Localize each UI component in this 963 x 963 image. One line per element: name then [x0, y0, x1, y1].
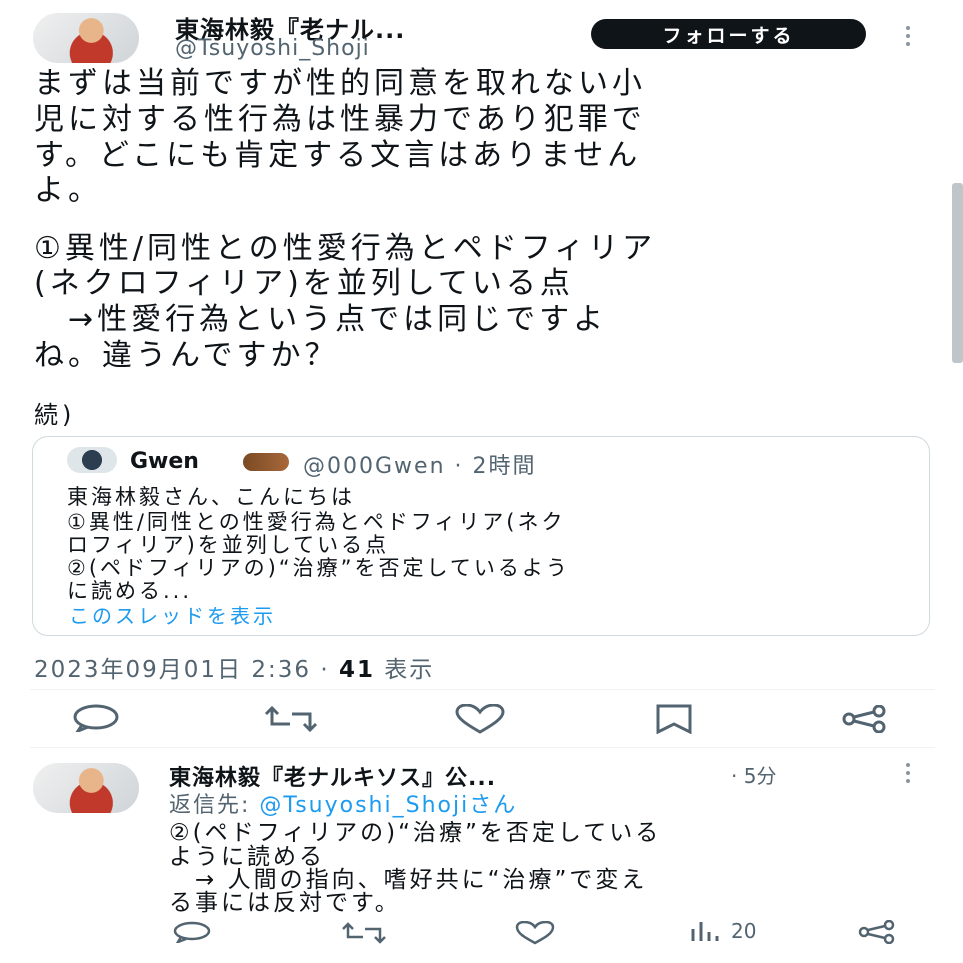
meta-separator: ·: [320, 657, 339, 683]
retweet-icon: [342, 922, 386, 944]
tweet-line: 続): [34, 401, 76, 429]
views-count: 20: [731, 919, 757, 943]
tweet-line: ね。違うんですか？: [34, 338, 339, 373]
share-button[interactable]: [857, 920, 897, 944]
quote-author-avatar: [67, 447, 117, 473]
tweet-meta: 2023年09月01日 2:36 · 41 表示: [34, 650, 434, 684]
tweet-line: まずは当前ですが性的同意を取れない小: [34, 66, 646, 101]
views-label: 表示: [384, 657, 435, 683]
beaver-emoji-icon: [243, 453, 289, 471]
tweet-line: →性愛行為という点では同じですよ: [34, 302, 608, 337]
author-avatar[interactable]: [33, 13, 139, 63]
reply-button[interactable]: [72, 704, 120, 732]
views-button[interactable]: 20: [689, 919, 756, 943]
retweet-icon: [264, 706, 318, 732]
tweet-line: 児に対する性行為は性暴力であり犯罪で: [34, 102, 646, 137]
show-thread-link[interactable]: このスレッドを表示: [69, 600, 276, 629]
tweet-line: (ネクロフィリア)を並列している点: [34, 266, 574, 301]
heart-icon: [515, 921, 555, 945]
reply-author-avatar[interactable]: [33, 763, 139, 813]
bookmark-icon: [656, 704, 692, 734]
views-count: 41: [338, 657, 375, 683]
tweet-timestamp[interactable]: 2023年09月01日 2:36: [34, 657, 311, 683]
reply-button[interactable]: [172, 921, 212, 943]
tweet-line: よ。: [34, 173, 102, 208]
heart-icon: [455, 704, 505, 734]
divider: [30, 747, 935, 748]
comment-icon: [173, 921, 211, 943]
follow-button[interactable]: フォローする: [591, 19, 866, 49]
comment-icon: [73, 704, 119, 732]
quote-tweet-card[interactable]: Gwen @000Gwen · 2時間 東海林毅さん、こんにちは ①異性/同性と…: [32, 436, 930, 636]
share-icon: [858, 920, 895, 944]
retweet-button[interactable]: [340, 922, 388, 944]
quote-author-name: Gwen: [130, 449, 199, 474]
share-button[interactable]: [841, 705, 889, 733]
tweet-line: す。どこにも肯定する文言はありません: [34, 138, 642, 173]
bookmark-button[interactable]: [654, 704, 694, 734]
scrollbar[interactable]: [952, 183, 963, 363]
share-icon: [842, 705, 886, 733]
divider: [30, 689, 935, 690]
tweet-line: ①異性/同性との性愛行為とペドフィリア: [34, 231, 657, 266]
like-button[interactable]: [514, 921, 556, 945]
quote-author-meta: @000Gwen · 2時間: [303, 454, 537, 479]
author-handle[interactable]: @Tsuyoshi_Shoji: [175, 36, 370, 61]
reply-time[interactable]: · 5分: [731, 760, 776, 789]
bar-chart-icon: [691, 922, 719, 941]
retweet-button[interactable]: [262, 706, 320, 732]
more-vertical-icon[interactable]: [904, 26, 912, 46]
like-button[interactable]: [454, 704, 506, 734]
more-vertical-icon[interactable]: [904, 763, 912, 783]
reply-line: る事には反対です。: [169, 890, 401, 916]
